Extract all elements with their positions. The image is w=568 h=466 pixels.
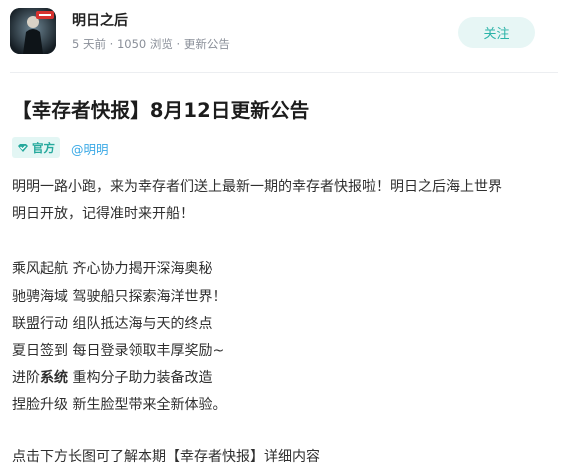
follow-button[interactable]: 关注 <box>458 17 535 48</box>
post-header: 明日之后 5 天前 · 1050 浏览 · 更新公告 关注 <box>0 0 568 74</box>
official-badge-label: 官方 <box>32 140 55 155</box>
game-avatar-icon <box>10 8 56 54</box>
feature-rest: 重构分子助力装备改造 <box>72 370 213 386</box>
feature-line: 联盟行动 组队抵达海与天的终点 <box>12 316 213 332</box>
mention-link[interactable]: @明明 <box>71 139 109 158</box>
feature-line: 驰骋海域 驾驶船只探索海洋世界！ <box>12 289 227 305</box>
feature-line: 夏日签到 每日登录领取丰厚奖励~ <box>12 343 225 359</box>
feature-line: 进阶系统 重构分子助力装备改造 <box>12 367 557 387</box>
feature-bold-word: 系统 <box>40 370 68 386</box>
intro-line-2: 明日开放，记得准时来开船！ <box>12 206 194 222</box>
intro-line-1: 明明一路小跑，来为幸存者们送上最新一期的幸存者快报啦！明日之后海上世界 <box>12 179 502 195</box>
official-check-icon <box>18 143 28 152</box>
author-name[interactable]: 明日之后 <box>72 10 128 30</box>
post-meta: 5 天前 · 1050 浏览 · 更新公告 <box>72 37 230 51</box>
official-badge: 官方 <box>12 137 60 158</box>
header-divider <box>10 72 558 73</box>
author-avatar[interactable] <box>10 8 56 54</box>
feature-prefix: 进阶 <box>12 370 40 386</box>
feature-line: 捏脸升级 新生脸型带来全新体验。 <box>12 397 227 413</box>
feature-line: 乘风起航 齐心协力揭开深海奥秘 <box>12 261 213 277</box>
post-title: 【幸存者快报】8月12日更新公告 <box>12 99 310 122</box>
long-image-hint: 点击下方长图可了解本期【幸存者快报】详细内容 <box>12 449 320 465</box>
